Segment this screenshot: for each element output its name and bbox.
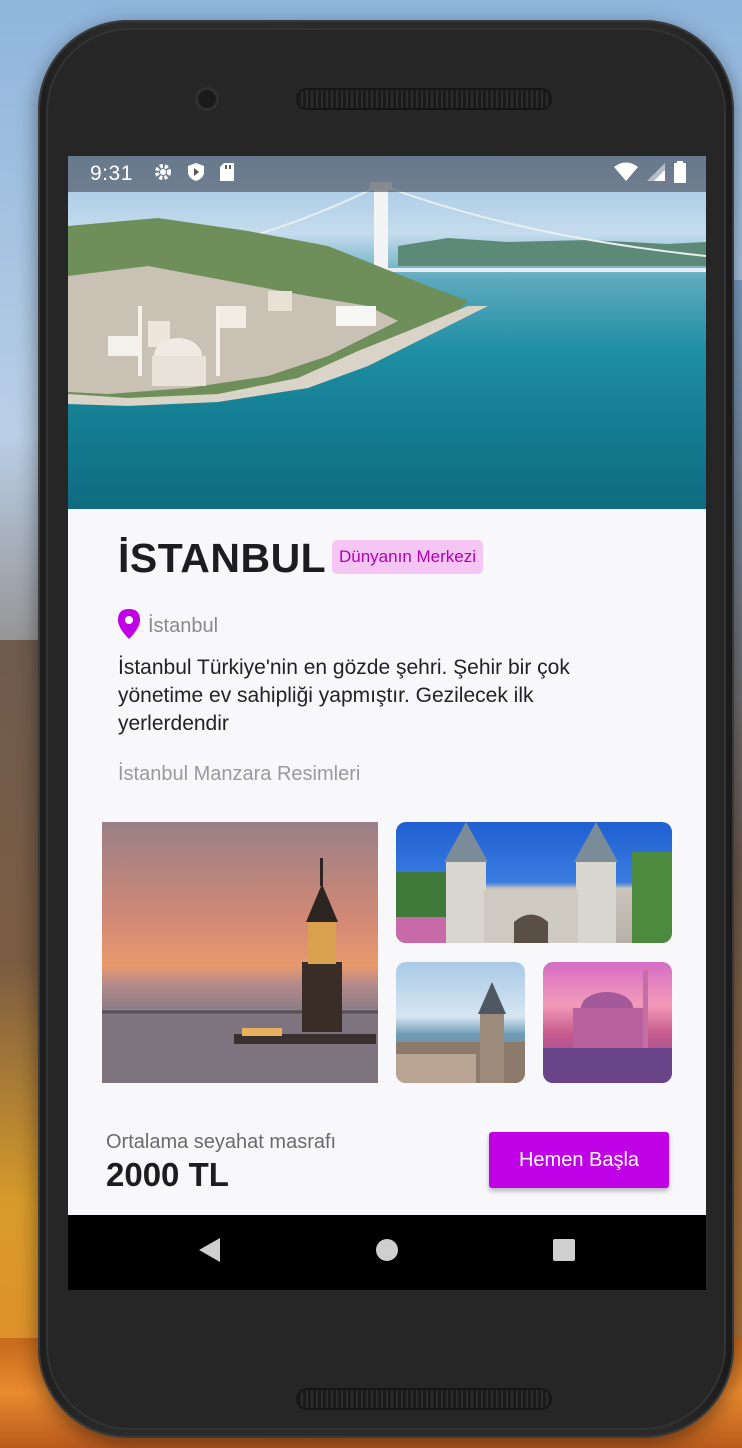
status-bar: 9:31	[68, 156, 706, 192]
place-description: İstanbul Türkiye'nin en gözde şehri. Şeh…	[118, 656, 570, 735]
signal-icon	[646, 162, 666, 187]
front-camera	[195, 87, 219, 111]
topkapi-gate-photo[interactable]	[396, 822, 672, 943]
photo-gallery	[102, 822, 672, 1084]
cost-label: Ortalama seyahat masrafı	[106, 1131, 337, 1153]
hagia-sophia-photo[interactable]	[543, 962, 672, 1083]
navigation-bar	[68, 1215, 706, 1290]
hero-image	[68, 156, 706, 509]
place-title: İSTANBUL	[118, 535, 327, 581]
back-icon[interactable]	[198, 1237, 222, 1268]
home-icon[interactable]	[375, 1238, 399, 1267]
start-button[interactable]: Hemen Başla	[489, 1132, 669, 1188]
bosphorus-illustration	[68, 182, 706, 406]
location-row: İstanbul	[118, 609, 218, 644]
gear-icon	[153, 162, 173, 187]
top-speaker	[296, 88, 552, 110]
gallery-title: İstanbul Manzara Resimleri	[118, 763, 361, 785]
battery-icon	[674, 160, 686, 188]
recents-icon[interactable]	[552, 1238, 576, 1267]
bottom-speaker	[296, 1388, 552, 1410]
maiden-tower-photo[interactable]	[102, 822, 378, 1083]
sd-card-icon	[219, 162, 235, 187]
location-pin-icon	[118, 609, 140, 644]
wifi-icon	[614, 162, 638, 187]
galata-tower-photo[interactable]	[396, 962, 525, 1083]
place-tag-badge: Dünyanın Merkezi	[332, 540, 484, 574]
detail-content: İSTANBUL Dünyanın Merkezi İstanbul İstan…	[68, 509, 706, 1215]
status-time: 9:31	[90, 162, 133, 185]
app-screen: 9:31 İSTANBUL Dünyanın Merkezi İstanbul …	[68, 156, 706, 1290]
location-text: İstanbul	[148, 615, 219, 637]
shield-icon	[187, 162, 205, 187]
cost-value: 2000 TL	[106, 1156, 229, 1193]
